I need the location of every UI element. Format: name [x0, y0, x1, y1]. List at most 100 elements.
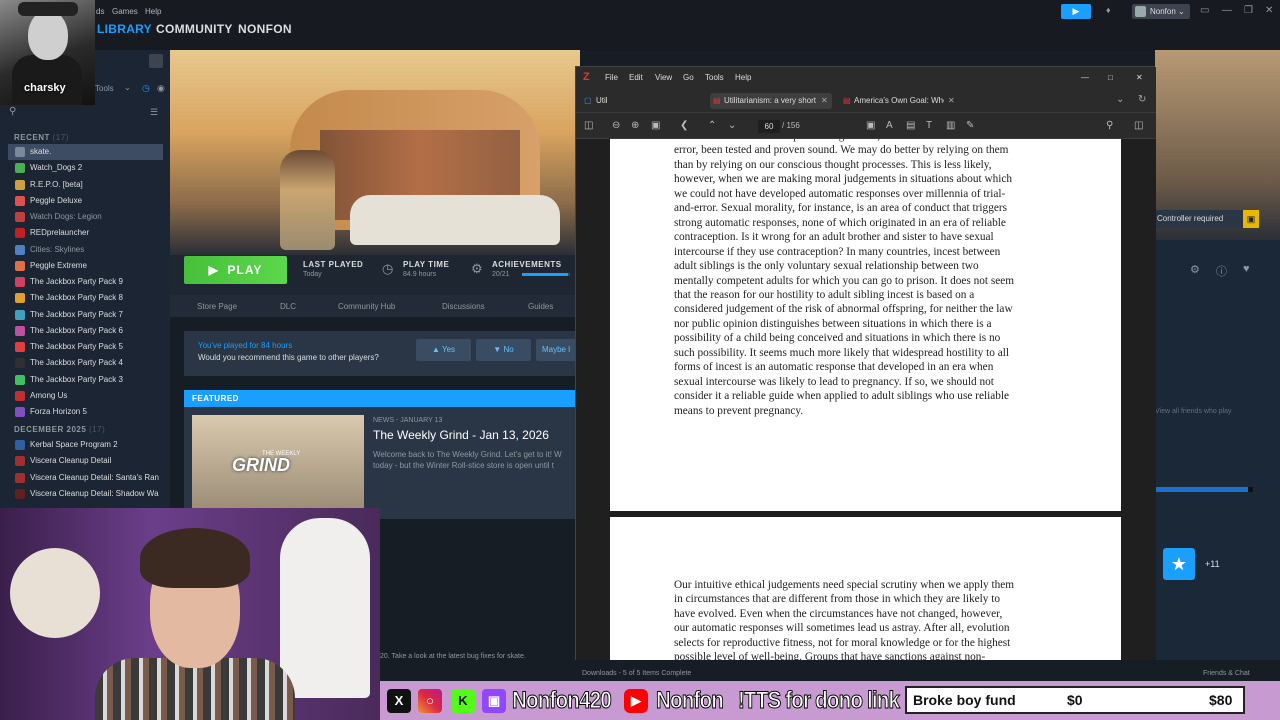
sidebar-game-item[interactable]: Among Us [8, 388, 163, 404]
friends-chat-button[interactable]: Friends & Chat [1203, 670, 1250, 677]
sidebar-game-item[interactable]: Watch Dogs: Legion [8, 209, 163, 225]
monitor-icon[interactable]: ▭ [1200, 5, 1209, 16]
tools-dropdown[interactable]: Tools [95, 84, 114, 93]
grid-view-icon[interactable] [149, 54, 163, 68]
recommend-maybe-button[interactable]: Maybe l [536, 339, 576, 361]
search-icon[interactable]: ⚲ [1106, 120, 1113, 131]
menu-item-help[interactable]: Help [145, 7, 161, 16]
note-icon[interactable]: ▤ [906, 120, 915, 131]
chevron-down-icon[interactable]: ⌄ [1116, 94, 1124, 105]
no-label: No [503, 345, 514, 354]
sidebar-game-item[interactable]: Forza Horizon 5 [8, 404, 163, 420]
sidebar-game-item[interactable]: The Jackbox Party Pack 5 [8, 339, 163, 355]
tab-close-icon[interactable]: ✕ [821, 96, 828, 105]
zotero-menu-edit[interactable]: Edit [629, 73, 643, 82]
sidebar-toggle-icon[interactable]: ◫ [584, 120, 593, 131]
gear-icon[interactable]: ⚙ [1190, 263, 1200, 276]
sidebar-game-item[interactable]: The Jackbox Party Pack 9 [8, 274, 163, 290]
previous-page-icon[interactable]: ⌃ [708, 120, 716, 131]
tab-close-icon[interactable]: ✕ [948, 96, 955, 105]
sidebar-game-item[interactable]: The Jackbox Party Pack 8 [8, 290, 163, 306]
recommend-no-button[interactable]: ▼ No [476, 339, 531, 361]
achievements-more-count[interactable]: +11 [1205, 559, 1220, 569]
clock-icon[interactable]: ◷ [142, 83, 150, 94]
sidebar-game-item[interactable]: Peggle Extreme [8, 258, 163, 274]
search-icon[interactable]: ⚲ [9, 106, 16, 117]
maximize-icon[interactable]: □ [1108, 73, 1113, 82]
play-button[interactable]: ▶ PLAY [184, 256, 287, 284]
heart-icon[interactable]: ♥ [1243, 263, 1250, 275]
menu-item-ds[interactable]: ds [96, 7, 104, 16]
restore-icon[interactable]: ❐ [1244, 5, 1253, 16]
highlight-text-icon[interactable]: ▣ [866, 120, 875, 131]
sidebar-game-item[interactable]: Viscera Cleanup Detail: Santa's Ran [8, 470, 163, 486]
minimize-icon[interactable]: — [1222, 5, 1232, 16]
menu-item-games[interactable]: Games [112, 7, 138, 16]
sidebar-game-item[interactable]: Peggle Deluxe [8, 193, 163, 209]
zoom-in-icon[interactable]: ⊕ [631, 120, 639, 131]
subnav-community-hub[interactable]: Community Hub [338, 302, 395, 311]
achievement-icon[interactable]: ★ [1163, 548, 1195, 580]
close-icon[interactable]: ✕ [1265, 5, 1273, 16]
fit-page-icon[interactable]: ▣ [651, 120, 660, 131]
zotero-menu-view[interactable]: View [655, 73, 672, 82]
sidebar-game-label: Watch Dogs: Legion [30, 212, 102, 221]
subnav-discussions[interactable]: Discussions [442, 302, 485, 311]
back-icon[interactable]: ❮ [680, 120, 688, 131]
play-filter-icon[interactable]: ◉ [157, 83, 165, 94]
tab-library[interactable]: ▢ Util [582, 93, 682, 109]
sidebar-game-item[interactable]: The Jackbox Party Pack 4 [8, 355, 163, 371]
sidebar-game-item[interactable]: Viscera Cleanup Detail [8, 453, 163, 469]
sidebar-game-item[interactable]: R.E.P.O. [beta] [8, 177, 163, 193]
zoom-out-icon[interactable]: ⊖ [612, 120, 620, 131]
zotero-menu-tools[interactable]: Tools [705, 73, 724, 82]
featured-title[interactable]: The Weekly Grind - Jan 13, 2026 [373, 428, 549, 442]
featured-image[interactable]: THE WEEKLY GRIND [192, 415, 364, 511]
next-page-icon[interactable]: ⌄ [728, 120, 736, 131]
announcement-button[interactable]: ▶ [1061, 4, 1091, 19]
tab-americas-own-goal[interactable]: ▤ America's Own Goal: Who [840, 93, 944, 109]
sidebar-game-item[interactable]: Viscera Cleanup Detail: Shadow Wa [8, 486, 163, 502]
news-line: 20. Take a look at the latest bug fixes … [380, 653, 526, 660]
sidebar-game-item[interactable]: The Jackbox Party Pack 6 [8, 323, 163, 339]
text-icon[interactable]: T [926, 120, 932, 131]
zotero-menu-help[interactable]: Help [735, 73, 751, 82]
play-time-label: PLAY TIME [403, 260, 450, 269]
nav-nonfon[interactable]: NONFON [238, 22, 292, 36]
sync-icon[interactable]: ↻ [1138, 94, 1146, 105]
recommend-yes-button[interactable]: ▲ Yes [416, 339, 471, 361]
nav-library[interactable]: LIBRARY [97, 22, 152, 36]
pdf-text-line: possibility of a child being conceived a… [674, 332, 1001, 345]
draw-icon[interactable]: ✎ [966, 120, 974, 131]
user-menu[interactable]: Nonfon ⌄ [1132, 4, 1190, 19]
underline-icon[interactable]: A [886, 120, 893, 131]
page-number-input[interactable]: 60 [758, 120, 780, 133]
sidebar-game-item[interactable]: Cities: Skylines [8, 242, 163, 258]
tab-utilitarianism[interactable]: ▤ Utilitarianism: a very short [710, 93, 832, 109]
nav-community[interactable]: COMMUNITY [156, 22, 233, 36]
december-section-header[interactable]: DECEMBER 2025 (17) [14, 425, 105, 434]
subnav-store-page[interactable]: Store Page [197, 302, 237, 311]
recent-section-header[interactable]: RECENT (17) [14, 133, 69, 142]
info-icon[interactable]: ⓘ [1216, 263, 1227, 279]
context-pane-icon[interactable]: ◫ [1134, 120, 1143, 131]
downloads-status[interactable]: Downloads - 5 of 5 Items Complete [582, 670, 691, 677]
sidebar-game-item[interactable]: Watch_Dogs 2 [8, 160, 163, 176]
pdf-text-line: nor public opinion distinguishes between… [674, 317, 992, 330]
sidebar-game-item[interactable]: REDprelauncher [8, 225, 163, 241]
minimize-icon[interactable]: — [1081, 73, 1089, 82]
close-icon[interactable]: ✕ [1136, 73, 1143, 82]
area-select-icon[interactable]: ▥ [946, 120, 955, 131]
sidebar-game-item[interactable]: Kerbal Space Program 2 [8, 437, 163, 453]
bell-icon[interactable]: ♦ [1106, 5, 1111, 15]
view-friends-link[interactable]: View all friends who play [1155, 408, 1232, 415]
pdf-viewer[interactable]: Some of our automatic responses might ha… [576, 139, 1156, 661]
subnav-guides[interactable]: Guides [528, 302, 553, 311]
sidebar-game-item[interactable]: The Jackbox Party Pack 7 [8, 307, 163, 323]
sidebar-game-item[interactable]: skate. [8, 144, 163, 160]
sidebar-game-item[interactable]: The Jackbox Party Pack 3 [8, 372, 163, 388]
zotero-menu-go[interactable]: Go [683, 73, 694, 82]
zotero-menu-file[interactable]: File [605, 73, 618, 82]
subnav-dlc[interactable]: DLC [280, 302, 296, 311]
filter-icon[interactable]: ☰ [150, 107, 158, 118]
